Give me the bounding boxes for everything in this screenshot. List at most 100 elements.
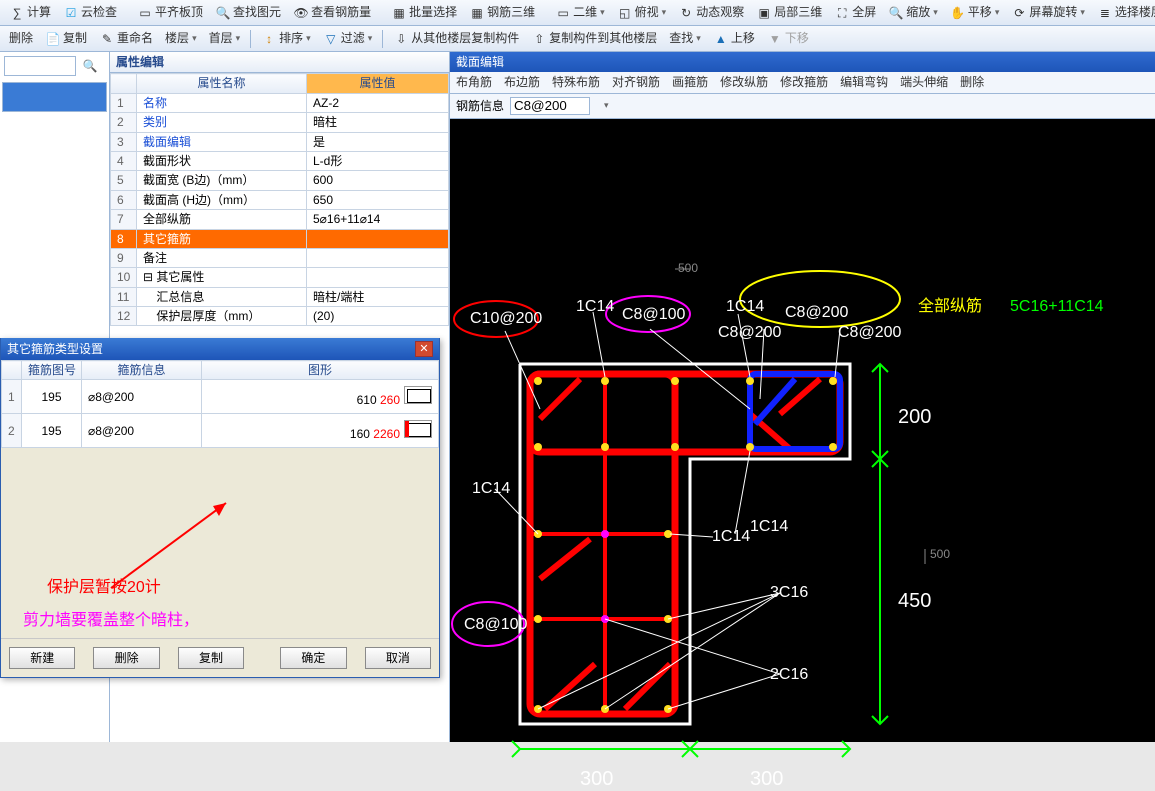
property-row[interactable]: 7全部纵筋5⌀16+11⌀14	[111, 210, 449, 229]
pan-button[interactable]: ✋平移	[945, 2, 1005, 24]
property-row[interactable]: 1名称AZ-2	[111, 93, 449, 112]
floor-label[interactable]: 楼层	[160, 28, 202, 48]
rebar-3d-button[interactable]: ▦钢筋三维	[464, 2, 540, 24]
section-toolbar: 布角筋 布边筋 特殊布筋 对齐钢筋 画箍筋 修改纵筋 修改箍筋 编辑弯钩 端头伸…	[450, 72, 1155, 93]
top-view-button[interactable]: ◱俯视	[612, 2, 672, 24]
other-stirrup-dialog: 其它箍筋类型设置 ✕ 箍筋图号 箍筋信息 图形 1195⌀8@200610 26…	[0, 338, 440, 678]
main-toolbar-1: ∑计算 ☑云检查 ▭平齐板顶 🔍查找图元 👁查看钢筋量 ▦批量选择 ▦钢筋三维 …	[0, 0, 1155, 26]
tree-search-input[interactable]	[4, 56, 76, 76]
section-drawing	[450, 119, 1155, 759]
delete-button[interactable]: 删除	[4, 28, 38, 48]
new-button[interactable]: 新建	[9, 647, 75, 669]
move-up-button[interactable]: ▲上移	[708, 28, 760, 50]
lbl-1c14-a: 1C14	[576, 297, 614, 316]
rebar-info-dropdown[interactable]	[596, 97, 614, 114]
sort-button[interactable]: ↕排序	[256, 28, 316, 50]
lbl-all-val: 5C16+11C14	[1010, 297, 1104, 316]
lbl-1c14-e: 1C14	[750, 517, 788, 536]
tool-edit-long[interactable]: 修改纵筋	[720, 75, 768, 89]
copy-button[interactable]: 复制	[178, 647, 244, 669]
orbit-icon: ↻	[678, 5, 694, 21]
lbl-1c14-b: 1C14	[726, 297, 764, 316]
find-button[interactable]: 查找	[664, 28, 706, 48]
rebar-info-bar: 钢筋信息	[450, 94, 1155, 119]
find-elem-button[interactable]: 🔍查找图元	[210, 2, 286, 24]
property-row[interactable]: 5截面宽 (B边)（mm）600	[111, 171, 449, 190]
property-row[interactable]: 3截面编辑是	[111, 132, 449, 151]
view-rebar-button[interactable]: 👁查看钢筋量	[288, 2, 376, 24]
move-down-button[interactable]: ▼下移	[762, 28, 814, 50]
tool-special-bar[interactable]: 特殊布筋	[552, 75, 600, 89]
stirrup-table[interactable]: 箍筋图号 箍筋信息 图形 1195⌀8@200610 2602195⌀8@200…	[1, 360, 439, 448]
lbl-3c16: 3C16	[770, 583, 808, 602]
rebar-info-label: 钢筋信息	[456, 99, 504, 113]
calc-button[interactable]: ∑计算	[4, 2, 56, 24]
eye-icon: 👁	[293, 5, 309, 21]
local-3d-button[interactable]: ▣局部三维	[751, 2, 827, 24]
lbl-1c14-d: 1C14	[712, 527, 750, 546]
section-canvas[interactable]: C10@200 1C14 C8@100 1C14 C8@200 C8@200 C…	[450, 119, 1155, 742]
section-editor-panel: 截面编辑 布角筋 布边筋 特殊布筋 对齐钢筋 画箍筋 修改纵筋 修改箍筋 编辑弯…	[450, 52, 1155, 742]
down-icon: ▼	[767, 31, 783, 47]
col-stirrup-shape: 图形	[202, 361, 439, 380]
lbl-1c14-c: 1C14	[472, 479, 510, 498]
floors-icon: ≣	[1097, 5, 1113, 21]
property-row[interactable]: 10⊟ 其它属性	[111, 268, 449, 287]
fullscreen-button[interactable]: ⛶全屏	[829, 2, 881, 24]
rename-button[interactable]: ✎重命名	[94, 28, 158, 50]
select-floor-button[interactable]: ≣选择楼层	[1092, 2, 1155, 24]
screen-rotate-button[interactable]: ⟳屏幕旋转	[1006, 2, 1090, 24]
filter-icon: ▽	[323, 31, 339, 47]
property-table[interactable]: 属性名称 属性值 1名称AZ-22类别暗柱3截面编辑是4截面形状L-d形5截面宽…	[110, 73, 449, 326]
tool-corner-bar[interactable]: 布角筋	[456, 75, 492, 89]
property-row[interactable]: 9备注	[111, 248, 449, 267]
property-row[interactable]: 2类别暗柱	[111, 113, 449, 132]
tool-edit-hook[interactable]: 编辑弯钩	[840, 75, 888, 89]
cloud-icon: ☑	[63, 5, 79, 21]
col-name: 属性名称	[137, 74, 307, 93]
stirrup-row[interactable]: 1195⌀8@200610 260	[2, 380, 439, 414]
cloud-check-button[interactable]: ☑云检查	[58, 2, 122, 24]
rebar-info-input[interactable]	[510, 97, 590, 115]
copy-to-floor-button[interactable]: ⇧复制构件到其他楼层	[526, 28, 662, 50]
copy-from-floor-button[interactable]: ⇩从其他楼层复制构件	[388, 28, 524, 50]
dim-200: 200	[898, 405, 931, 429]
property-row[interactable]: 8其它箍筋	[111, 229, 449, 248]
batch-select-button[interactable]: ▦批量选择	[386, 2, 462, 24]
zoom-button[interactable]: 🔍缩放	[883, 2, 943, 24]
tool-edge-bar[interactable]: 布边筋	[504, 75, 540, 89]
dynamic-view-button[interactable]: ↻动态观察	[673, 2, 749, 24]
dim-450: 450	[898, 589, 931, 613]
view-combo[interactable]: ▭二维	[550, 2, 610, 24]
annotation-arrow	[1, 448, 441, 598]
property-row[interactable]: 4截面形状L-d形	[111, 151, 449, 170]
ok-button[interactable]: 确定	[280, 647, 346, 669]
dialog-title-bar[interactable]: 其它箍筋类型设置 ✕	[1, 338, 439, 360]
tool-align-bar[interactable]: 对齐钢筋	[612, 75, 660, 89]
up-icon: ▲	[713, 31, 729, 47]
property-row[interactable]: 12 保护层厚度（mm）(20)	[111, 307, 449, 326]
grid-icon: ▦	[469, 5, 485, 21]
property-row[interactable]: 6截面高 (H边)（mm）650	[111, 190, 449, 209]
main-toolbar-2: 删除 📄复制 ✎重命名 楼层 首层 ↕排序 ▽过滤 ⇩从其他楼层复制构件 ⇧复制…	[0, 26, 1155, 52]
copy-button[interactable]: 📄复制	[40, 28, 92, 50]
col-stirrup-no: 箍筋图号	[22, 361, 82, 380]
copy-icon: 📄	[45, 31, 61, 47]
hand-icon: ✋	[950, 5, 966, 21]
close-icon[interactable]: ✕	[415, 341, 433, 357]
align-icon: ▭	[137, 5, 153, 21]
tree-selected-item[interactable]	[2, 82, 107, 112]
align-top-button[interactable]: ▭平齐板顶	[132, 2, 208, 24]
property-row[interactable]: 11 汇总信息暗柱/端柱	[111, 287, 449, 306]
first-floor-combo[interactable]: 首层	[204, 28, 246, 48]
tool-draw-stirrup[interactable]: 画箍筋	[672, 75, 708, 89]
stirrup-row[interactable]: 2195⌀8@200160 2260	[2, 414, 439, 448]
cancel-button[interactable]: 取消	[365, 647, 431, 669]
tool-end-extend[interactable]: 端头伸缩	[900, 75, 948, 89]
tool-edit-stirrup[interactable]: 修改箍筋	[780, 75, 828, 89]
tool-delete[interactable]: 删除	[960, 75, 984, 89]
rotate-icon: ⟳	[1011, 5, 1027, 21]
search-icon[interactable]: 🔍	[82, 58, 98, 74]
filter-button[interactable]: ▽过滤	[318, 28, 378, 50]
delete-button[interactable]: 删除	[93, 647, 159, 669]
